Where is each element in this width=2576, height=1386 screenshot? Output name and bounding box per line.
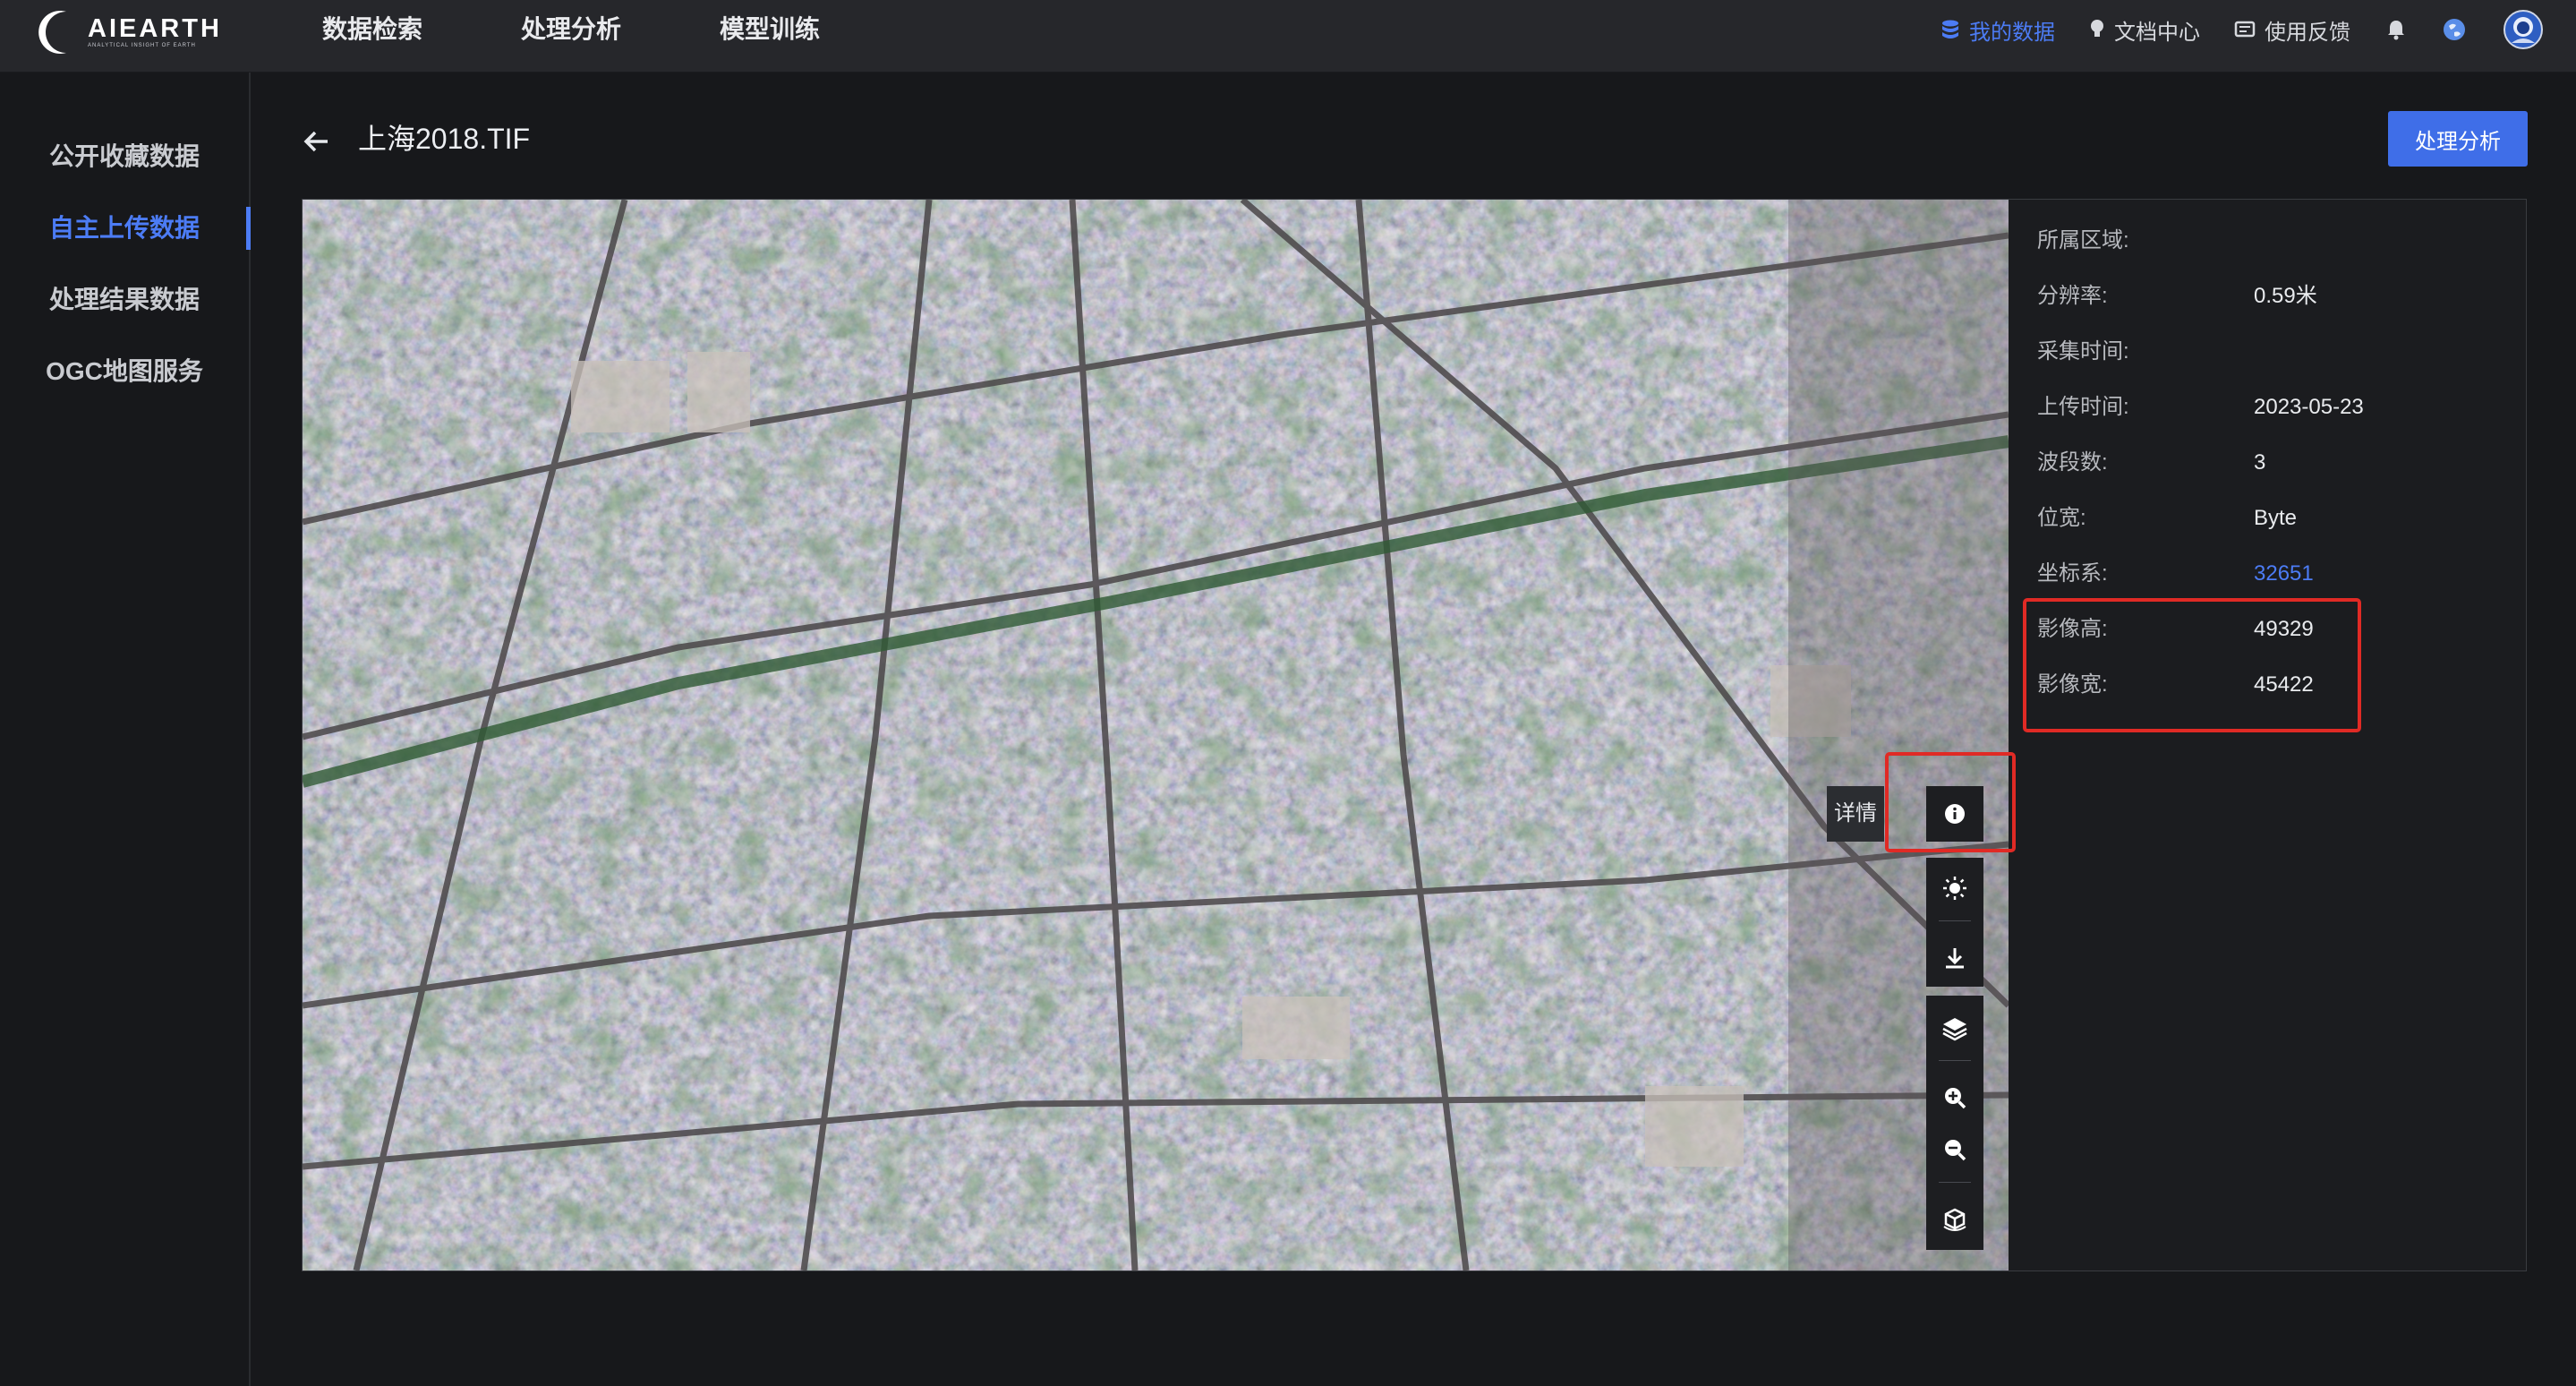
- logo-tagline: ANALYTICAL INSIGHT OF EARTH: [88, 43, 196, 48]
- nav-item-data-search[interactable]: 数据检索: [322, 0, 422, 59]
- my-data-label: 我的数据: [1969, 20, 2055, 45]
- logo-crescent-icon: [34, 6, 86, 58]
- sidebar-item-public-favorites[interactable]: 公开收藏数据: [0, 137, 249, 173]
- nav-item-processing-analysis[interactable]: 处理分析: [521, 0, 621, 59]
- info-key: 波段数:: [2037, 450, 2108, 475]
- back-arrow-icon[interactable]: [299, 124, 335, 159]
- image-info-panel: 所属区域: 分辨率: 0.59米 采集时间: 上传时间: 2023-05-23 …: [2009, 199, 2527, 1271]
- info-value: 2023-05-23: [2254, 395, 2364, 419]
- feedback-label: 使用反馈: [2265, 20, 2350, 45]
- satellite-image: [303, 200, 2009, 1270]
- lightbulb-icon: [2091, 20, 2103, 37]
- my-data-link[interactable]: 我的数据: [1941, 14, 2055, 46]
- globe-language-icon[interactable]: [2442, 17, 2467, 42]
- header-right-menu: 我的数据 文档中心 使用反馈: [1906, 0, 2544, 59]
- info-key: 坐标系:: [2037, 561, 2108, 586]
- info-key: 所属区域:: [2037, 228, 2129, 252]
- brightness-icon: [1943, 877, 1966, 900]
- sidebar-item-self-uploaded[interactable]: 自主上传数据: [0, 209, 249, 244]
- sidebar-active-indicator: [246, 207, 251, 250]
- info-key: 采集时间:: [2037, 339, 2129, 364]
- sidebar: 公开收藏数据 自主上传数据 处理结果数据 OGC地图服务: [0, 73, 251, 1386]
- feedback-icon: [2234, 21, 2256, 38]
- docs-center-label: 文档中心: [2114, 20, 2200, 45]
- highlight-box-details-button: [1885, 752, 2016, 852]
- toolbar-divider: [1939, 1060, 1971, 1061]
- info-key: 上传时间:: [2037, 395, 2129, 419]
- top-navigation-bar: AIEARTH ANALYTICAL INSIGHT OF EARTH 数据检索…: [0, 0, 2576, 73]
- user-avatar[interactable]: [2503, 9, 2544, 50]
- toolbar-divider: [1939, 1182, 1971, 1183]
- info-value: Byte: [2254, 506, 2298, 530]
- nav-item-model-training[interactable]: 模型训练: [720, 0, 820, 59]
- 3d-view-button[interactable]: [1926, 1194, 1983, 1246]
- main-nav: 数据检索 处理分析 模型训练: [322, 0, 918, 59]
- logo-title: AIEARTH: [88, 14, 222, 43]
- toolbar-divider: [1939, 920, 1971, 921]
- 3d-cube-icon: [1943, 1208, 1966, 1231]
- satellite-image-viewer[interactable]: [302, 199, 2009, 1271]
- feedback-link[interactable]: 使用反馈: [2234, 14, 2350, 46]
- coordinate-system-link[interactable]: 32651: [2254, 556, 2314, 592]
- download-icon: [1946, 948, 1964, 969]
- layers-icon: [1942, 1018, 1967, 1041]
- layers-button[interactable]: [1926, 1001, 1983, 1055]
- highlight-box-dimensions: [2023, 598, 2361, 732]
- info-key: 分辨率:: [2037, 284, 2108, 308]
- details-tooltip: 详情: [1827, 786, 1884, 842]
- brightness-button[interactable]: [1926, 861, 1983, 915]
- docs-center-link[interactable]: 文档中心: [2089, 14, 2200, 46]
- info-value: 0.59米: [2254, 284, 2317, 308]
- info-key: 位宽:: [2037, 506, 2086, 530]
- sidebar-item-processing-results[interactable]: 处理结果数据: [0, 280, 249, 316]
- notification-bell-icon[interactable]: [2386, 19, 2406, 40]
- sidebar-item-ogc-map-service[interactable]: OGC地图服务: [0, 352, 249, 388]
- zoom-out-button[interactable]: [1926, 1125, 1983, 1175]
- brand-logo[interactable]: AIEARTH ANALYTICAL INSIGHT OF EARTH: [34, 4, 222, 61]
- process-analysis-button[interactable]: 处理分析: [2388, 111, 2528, 167]
- zoom-in-icon: [1945, 1088, 1966, 1109]
- download-button[interactable]: [1926, 931, 1983, 985]
- info-value: 3: [2254, 450, 2266, 475]
- database-icon: [1942, 20, 1958, 38]
- page-title: 上海2018.TIF: [358, 123, 531, 155]
- zoom-out-icon: [1945, 1140, 1966, 1161]
- zoom-in-button[interactable]: [1926, 1073, 1983, 1123]
